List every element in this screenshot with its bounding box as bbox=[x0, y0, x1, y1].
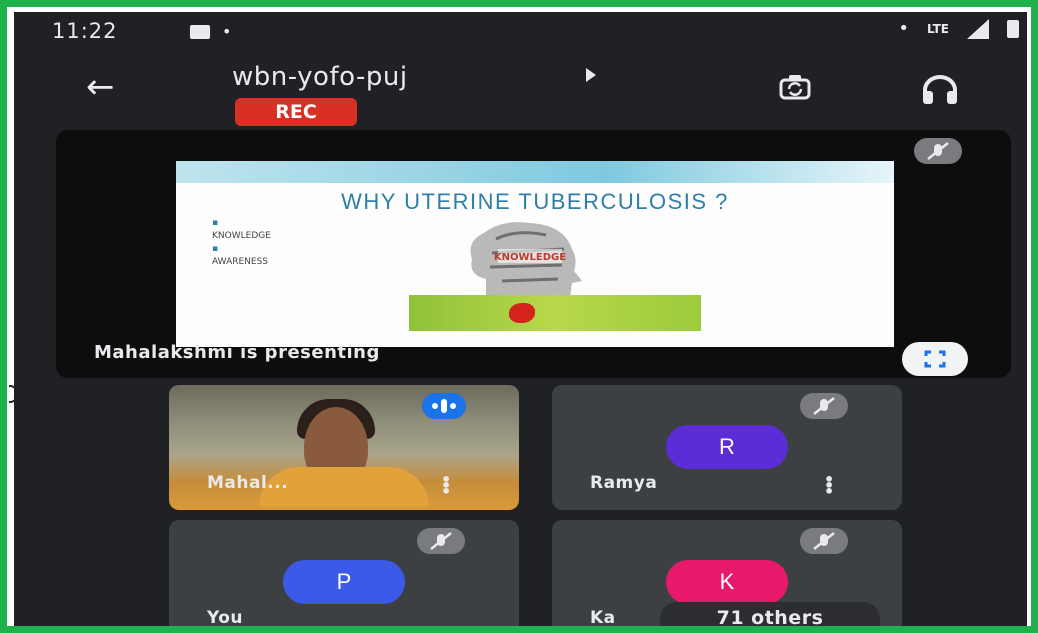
status-time: 11:22 bbox=[52, 19, 118, 43]
shared-slide: WHY UTERINE TUBERCULOSIS ? ▪ KNOWLEDGE ▪… bbox=[176, 161, 894, 347]
status-dot-right: • bbox=[898, 18, 909, 39]
meet-screen: 11:22 • • LTE ← wbn-yofo-puj REC WHY UTE… bbox=[14, 12, 1027, 626]
rec-badge: REC bbox=[235, 98, 357, 126]
back-arrow-icon[interactable]: ← bbox=[86, 70, 115, 104]
mic-off-icon bbox=[800, 528, 848, 554]
gallery-notification-icon bbox=[190, 25, 210, 39]
notification-dot: • bbox=[222, 22, 232, 41]
presenter-label: Mahalakshmi is presenting bbox=[94, 342, 380, 363]
slide-bullet: ▪ AWARENESS bbox=[212, 243, 271, 269]
meeting-details-arrow-icon[interactable] bbox=[586, 68, 596, 82]
participant-name: Mahal... bbox=[207, 473, 289, 493]
participant-tile-you[interactable]: P You bbox=[169, 520, 519, 626]
participant-name: Ka bbox=[590, 608, 616, 626]
signal-icon bbox=[967, 18, 989, 39]
slide-bullets: ▪ KNOWLEDGE ▪ AWARENESS bbox=[212, 217, 271, 269]
slide-bullet-text: AWARENESS bbox=[212, 257, 269, 267]
slide-title: WHY UTERINE TUBERCULOSIS ? bbox=[341, 189, 729, 214]
presentation-mic-off-icon bbox=[914, 138, 962, 164]
participant-tile-ramya[interactable]: R Ramya • • • bbox=[552, 385, 902, 510]
avatar: P bbox=[283, 560, 405, 604]
slide-banner-image bbox=[409, 295, 701, 331]
slide-header-band bbox=[176, 161, 894, 183]
avatar: K bbox=[666, 560, 788, 604]
mic-off-icon bbox=[417, 528, 465, 554]
slide-center-label: KNOWLEDGE bbox=[494, 252, 566, 263]
status-right-icons: • LTE bbox=[898, 18, 1019, 39]
head-knowledge-graphic: KNOWLEDGE bbox=[470, 222, 582, 297]
others-count-chip[interactable]: 71 others bbox=[660, 602, 880, 626]
slide-bullet: ▪ KNOWLEDGE bbox=[212, 218, 271, 241]
more-options-icon[interactable]: • • • bbox=[441, 472, 451, 500]
meeting-code[interactable]: wbn-yofo-puj bbox=[232, 62, 408, 92]
switch-camera-icon[interactable] bbox=[775, 72, 815, 104]
lte-icon: LTE bbox=[926, 21, 949, 36]
headset-icon[interactable] bbox=[920, 74, 960, 106]
more-options-icon[interactable]: • • • bbox=[824, 472, 834, 500]
participant-name: Ramya bbox=[590, 473, 658, 493]
participant-name: You bbox=[207, 608, 244, 626]
slide-bullet-text: KNOWLEDGE bbox=[212, 231, 271, 241]
fullscreen-icon[interactable] bbox=[902, 342, 968, 376]
participant-tile-mahalakshmi[interactable]: Mahal... • • • bbox=[169, 385, 519, 510]
banner-graphic bbox=[509, 303, 535, 323]
avatar: R bbox=[666, 425, 788, 469]
battery-icon bbox=[1007, 19, 1019, 38]
mic-off-icon bbox=[800, 393, 848, 419]
speaking-indicator-icon bbox=[422, 393, 466, 419]
